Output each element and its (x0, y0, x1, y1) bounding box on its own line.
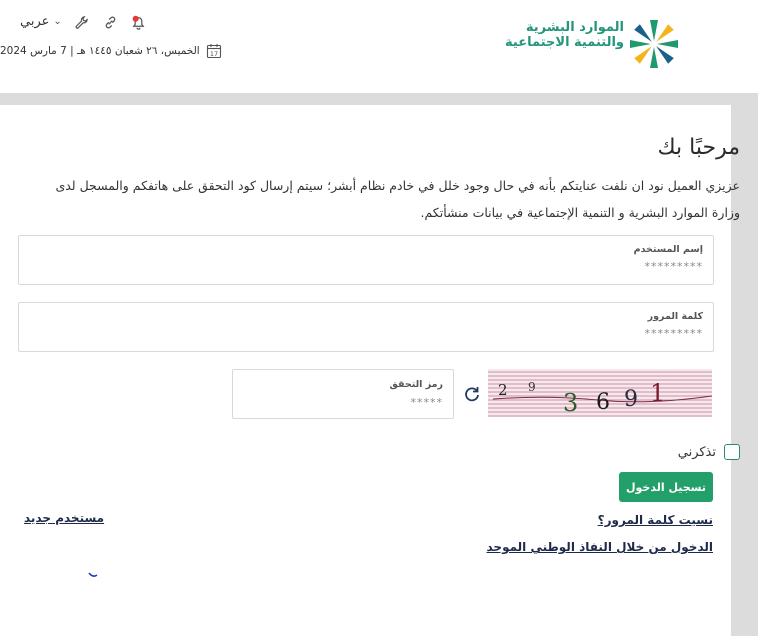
new-user-link[interactable]: مستخدم جديد (24, 511, 104, 525)
header-divider (0, 93, 758, 105)
captcha-char: 9 (624, 387, 638, 412)
logo-line-1: الموارد البشرية (525, 20, 624, 35)
ministry-logo: الموارد البشرية والتنمية الاجتماعية (505, 20, 682, 72)
date-text: الخميس، ٢٦ شعبان ١٤٤٥ هـ | 7 مارس 2024 (0, 45, 200, 57)
captcha-char: 1 (650, 379, 665, 407)
date-display: 17 الخميس، ٢٦ شعبان ١٤٤٥ هـ | 7 مارس 202… (0, 42, 222, 60)
password-label: كلمة المرور (647, 311, 703, 322)
notification-bell-icon[interactable] (129, 13, 147, 31)
username-field[interactable]: إسم المستخدم ********* (18, 235, 714, 285)
password-placeholder: ********* (644, 327, 703, 340)
captcha-char: 9 (528, 380, 536, 394)
captcha-image: 2 9 3 6 9 1 (488, 369, 713, 417)
username-label: إسم المستخدم (633, 244, 703, 255)
top-header: عربي ⌄ 17 الخميس، ٢٦ شعبان ١٤٤٥ هـ | 7 م… (0, 0, 758, 93)
loading-spinner-icon (88, 572, 98, 577)
captcha-char: 2 (498, 381, 508, 399)
password-field[interactable]: كلمة المرور ********* (18, 302, 714, 352)
captcha-char: 3 (563, 389, 578, 417)
ministry-emblem-icon (630, 20, 678, 68)
username-placeholder: ********* (644, 260, 703, 273)
captcha-label: رمز التحقق (389, 379, 443, 390)
remember-me[interactable]: تذكرني (678, 444, 740, 460)
chevron-down-icon: ⌄ (53, 16, 62, 27)
logo-line-2: والتنمية الاجتماعية (505, 35, 624, 50)
language-label: عربي (20, 14, 50, 29)
captcha-char: 6 (596, 390, 610, 415)
calendar-icon: 17 (206, 43, 222, 59)
page-title: مرحبًا بك (657, 135, 740, 160)
nafath-login-link[interactable]: الدخول من خلال النفاذ الوطني الموحد (487, 540, 714, 554)
link-icon[interactable] (101, 13, 119, 31)
captcha-placeholder: ***** (410, 396, 443, 409)
intro-notice: عزيزي العميل نود ان نلفت عنايتكم بأنه في… (55, 178, 740, 220)
captcha-input[interactable]: رمز التحقق ***** (232, 369, 454, 419)
login-button[interactable]: تسجيل الدخول (619, 472, 713, 502)
forgot-password-link[interactable]: نسيت كلمة المرور؟ (598, 513, 713, 527)
remember-me-checkbox[interactable] (724, 444, 740, 460)
refresh-captcha-icon[interactable] (462, 384, 482, 404)
remember-me-label: تذكرني (677, 444, 716, 460)
calendar-day: 17 (210, 50, 218, 58)
wrench-icon[interactable] (72, 13, 90, 31)
language-switcher[interactable]: عربي ⌄ (20, 14, 62, 29)
